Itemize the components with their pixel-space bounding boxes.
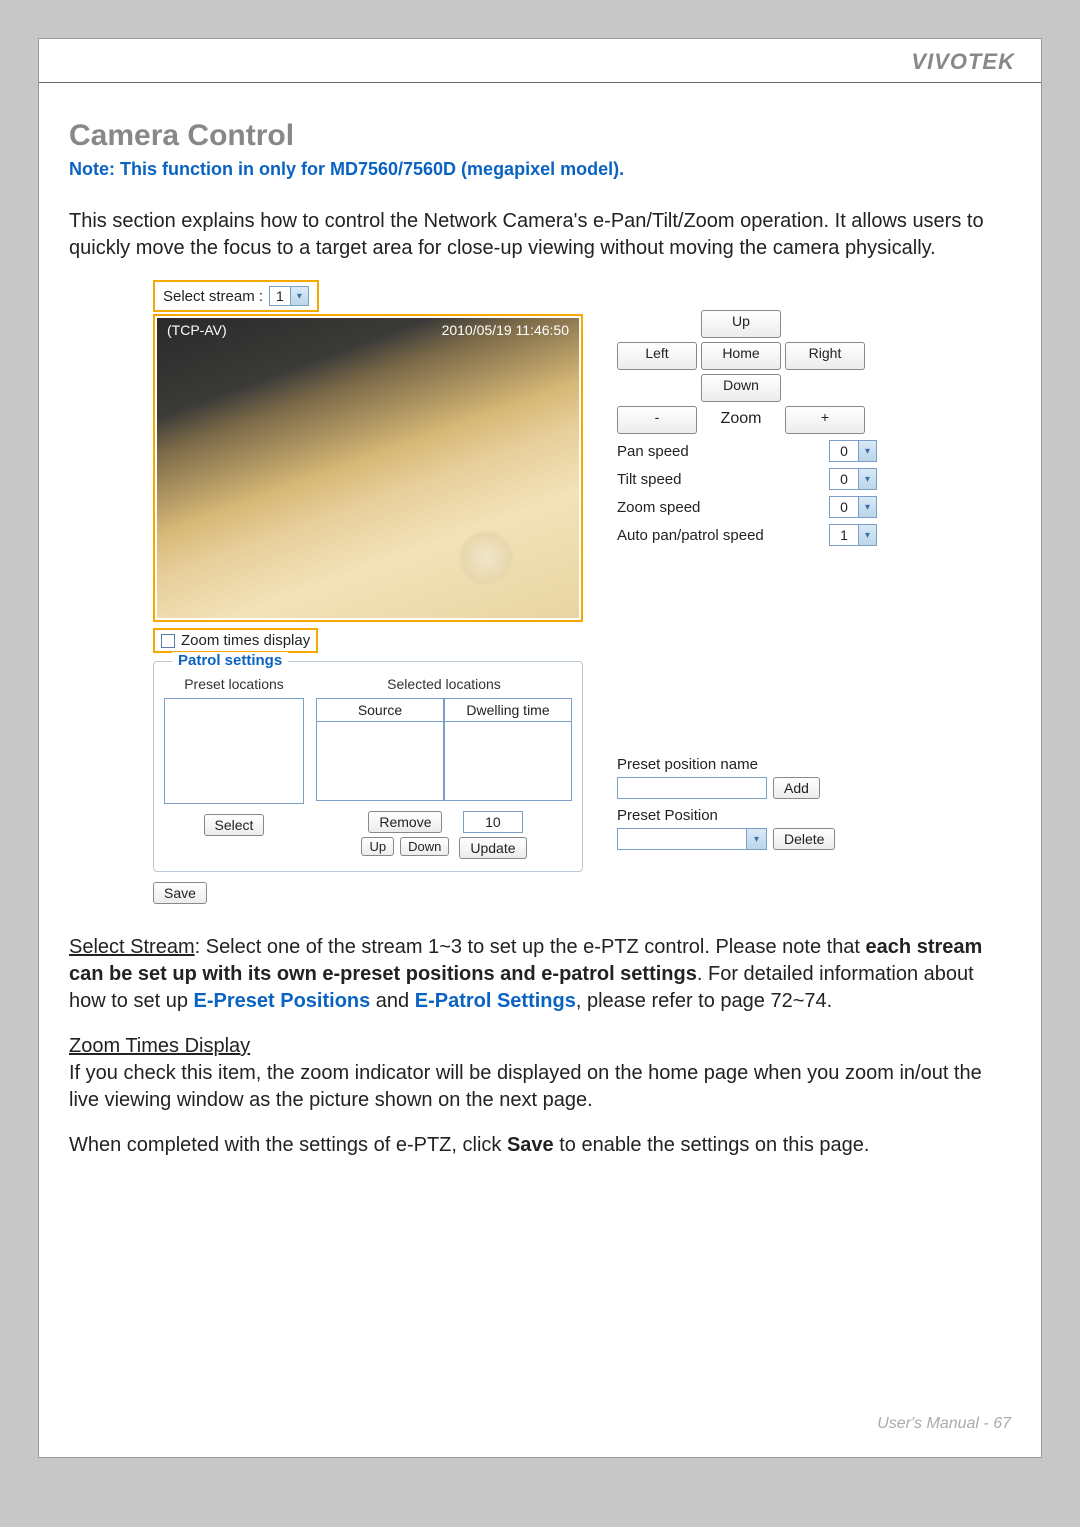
chevron-down-icon: ▾ bbox=[858, 469, 876, 489]
zoom-times-paragraph: Zoom Times Display If you check this ite… bbox=[69, 1033, 1011, 1114]
source-list[interactable] bbox=[316, 721, 444, 801]
preset-position-label: Preset Position bbox=[617, 807, 877, 824]
zoom-times-row: Zoom times display bbox=[153, 628, 318, 653]
ptz-left-button[interactable]: Left bbox=[617, 342, 697, 370]
dwell-value-input[interactable]: 10 bbox=[463, 811, 523, 833]
page-title: Camera Control bbox=[69, 119, 1011, 153]
preset-position-dropdown[interactable]: ▾ bbox=[617, 828, 767, 850]
dwelling-list[interactable] bbox=[444, 721, 572, 801]
update-button[interactable]: Update bbox=[459, 837, 526, 859]
preset-block: Preset position name Add Preset Position… bbox=[617, 756, 877, 850]
tilt-speed-row: Tilt speed 0 ▾ bbox=[617, 468, 877, 490]
preset-name-input[interactable] bbox=[617, 777, 767, 799]
ui-left-column: Select stream : 1 ▾ (TCP-AV) 2010/05/19 … bbox=[153, 280, 583, 904]
zoom-label: Zoom bbox=[701, 406, 781, 434]
delete-button[interactable]: Delete bbox=[773, 828, 835, 850]
dwelling-header: Dwelling time bbox=[444, 698, 572, 721]
tilt-speed-label: Tilt speed bbox=[617, 471, 681, 488]
selected-head: Source Dwelling time bbox=[316, 698, 572, 721]
ui-right-column: Up Left Home Right Down - Zoom + Pan spe… bbox=[617, 280, 877, 904]
preset-locations-list[interactable] bbox=[164, 698, 304, 804]
save-button[interactable]: Save bbox=[153, 882, 207, 904]
pan-speed-label: Pan speed bbox=[617, 443, 689, 460]
preset-locations-column: Preset locations Select bbox=[164, 676, 304, 859]
save-paragraph: When completed with the settings of e-PT… bbox=[69, 1132, 1011, 1159]
model-note: Note: This function in only for MD7560/7… bbox=[69, 159, 1011, 180]
selected-locations-title: Selected locations bbox=[316, 676, 572, 692]
zoom-out-button[interactable]: - bbox=[617, 406, 697, 434]
chevron-down-icon: ▾ bbox=[746, 829, 766, 849]
zoom-speed-label: Zoom speed bbox=[617, 499, 700, 516]
pan-speed-dropdown[interactable]: 0 ▾ bbox=[829, 440, 877, 462]
ui-screenshot: Select stream : 1 ▾ (TCP-AV) 2010/05/19 … bbox=[153, 280, 1011, 904]
preset-locations-title: Preset locations bbox=[164, 676, 304, 692]
intro-text: This section explains how to control the… bbox=[69, 208, 1011, 262]
remove-button[interactable]: Remove bbox=[368, 811, 442, 833]
preset-name-label: Preset position name bbox=[617, 756, 877, 773]
up-button[interactable]: Up bbox=[361, 837, 394, 856]
timestamp-overlay: 2010/05/19 11:46:50 bbox=[442, 322, 569, 338]
selected-body bbox=[316, 721, 572, 801]
auto-speed-label: Auto pan/patrol speed bbox=[617, 527, 764, 544]
remove-group: Remove Up Down bbox=[361, 811, 449, 856]
ptz-home-button[interactable]: Home bbox=[701, 342, 781, 370]
header-bar: VIVOTEK bbox=[39, 39, 1041, 83]
select-stream-row: Select stream : 1 ▾ bbox=[153, 280, 319, 312]
video-frame: (TCP-AV) 2010/05/19 11:46:50 bbox=[153, 314, 583, 622]
zoom-speed-row: Zoom speed 0 ▾ bbox=[617, 496, 877, 518]
zoom-speed-dropdown[interactable]: 0 ▾ bbox=[829, 496, 877, 518]
zoom-times-lead: Zoom Times Display bbox=[69, 1035, 250, 1057]
update-group: 10 Update bbox=[459, 811, 526, 859]
pan-speed-row: Pan speed 0 ▾ bbox=[617, 440, 877, 462]
brand-label: VIVOTEK bbox=[911, 49, 1015, 74]
tilt-speed-dropdown[interactable]: 0 ▾ bbox=[829, 468, 877, 490]
page-content: Camera Control Note: This function in on… bbox=[39, 83, 1041, 1159]
ptz-grid: Up Left Home Right Down - Zoom + bbox=[617, 310, 877, 434]
zoom-in-button[interactable]: + bbox=[785, 406, 865, 434]
auto-speed-dropdown[interactable]: 1 ▾ bbox=[829, 524, 877, 546]
add-button[interactable]: Add bbox=[773, 777, 820, 799]
select-stream-value: 1 bbox=[270, 288, 290, 304]
select-stream-paragraph: Select Stream: Select one of the stream … bbox=[69, 934, 1011, 1015]
auto-speed-row: Auto pan/patrol speed 1 ▾ bbox=[617, 524, 877, 546]
page-footer: User's Manual - 67 bbox=[877, 1415, 1011, 1433]
patrol-columns: Preset locations Select Selected locatio… bbox=[164, 676, 572, 859]
manual-page: VIVOTEK Camera Control Note: This functi… bbox=[38, 38, 1042, 1458]
zoom-times-checkbox[interactable] bbox=[161, 634, 175, 648]
ptz-up-button[interactable]: Up bbox=[701, 310, 781, 338]
selected-locations-column: Selected locations Source Dwelling time bbox=[316, 676, 572, 859]
patrol-legend: Patrol settings bbox=[172, 652, 288, 669]
select-stream-dropdown[interactable]: 1 ▾ bbox=[269, 286, 309, 306]
zoom-times-label: Zoom times display bbox=[181, 632, 310, 649]
select-button[interactable]: Select bbox=[204, 814, 265, 836]
ptz-down-button[interactable]: Down bbox=[701, 374, 781, 402]
chevron-down-icon: ▾ bbox=[290, 287, 308, 305]
protocol-overlay: (TCP-AV) bbox=[167, 322, 227, 338]
source-header: Source bbox=[316, 698, 444, 721]
select-stream-lead: Select Stream bbox=[69, 936, 195, 958]
video-preview[interactable]: (TCP-AV) 2010/05/19 11:46:50 bbox=[157, 318, 579, 618]
body-paragraphs: Select Stream: Select one of the stream … bbox=[69, 934, 1011, 1159]
down-button[interactable]: Down bbox=[400, 837, 449, 856]
chevron-down-icon: ▾ bbox=[858, 441, 876, 461]
select-stream-label: Select stream : bbox=[163, 288, 263, 305]
e-preset-link[interactable]: E-Preset Positions bbox=[194, 990, 371, 1012]
chevron-down-icon: ▾ bbox=[858, 525, 876, 545]
ptz-right-button[interactable]: Right bbox=[785, 342, 865, 370]
chevron-down-icon: ▾ bbox=[858, 497, 876, 517]
patrol-settings-fieldset: Patrol settings Preset locations Select … bbox=[153, 661, 583, 872]
e-patrol-link[interactable]: E-Patrol Settings bbox=[415, 990, 576, 1012]
